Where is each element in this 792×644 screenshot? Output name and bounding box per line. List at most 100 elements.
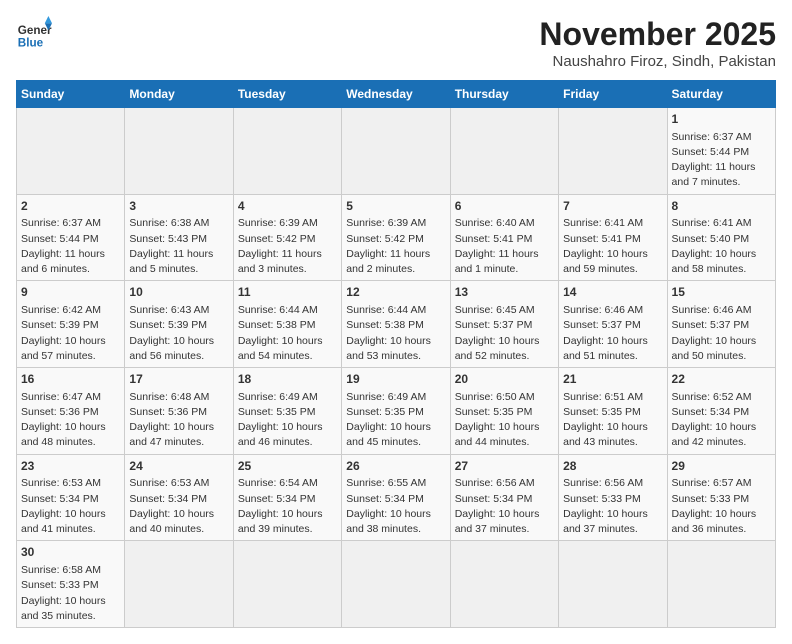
day-info: Sunrise: 6:55 AM Sunset: 5:34 PM Dayligh…: [346, 476, 445, 537]
day-info: Sunrise: 6:39 AM Sunset: 5:42 PM Dayligh…: [346, 216, 445, 277]
day-info: Sunrise: 6:44 AM Sunset: 5:38 PM Dayligh…: [238, 303, 337, 364]
calendar-cell: [450, 108, 558, 195]
weekday-header-monday: Monday: [125, 81, 233, 108]
location-title: Naushahro Firoz, Sindh, Pakistan: [539, 53, 776, 70]
calendar-cell: 18Sunrise: 6:49 AM Sunset: 5:35 PM Dayli…: [233, 368, 341, 455]
calendar-cell: 13 Sunrise: 6:45 AM Sunset: 5:37 PM Dayli…: [450, 281, 558, 368]
day-info: Sunrise: 6:57 AM Sunset: 5:33 PM Dayligh…: [672, 476, 771, 537]
day-number: 24: [129, 458, 228, 475]
month-title: November 2025: [539, 16, 776, 53]
calendar-cell: [667, 541, 775, 628]
calendar-cell: 1 Sunrise: 6:37 AM Sunset: 5:44 PM Daylig…: [667, 108, 775, 195]
calendar-cell: 22Sunrise: 6:52 AM Sunset: 5:34 PM Dayli…: [667, 368, 775, 455]
day-number: 5: [346, 198, 445, 215]
calendar-cell: 12Sunrise: 6:44 AM Sunset: 5:38 PM Dayli…: [342, 281, 450, 368]
calendar-cell: 24Sunrise: 6:53 AM Sunset: 5:34 PM Dayli…: [125, 454, 233, 541]
day-number: 3: [129, 198, 228, 215]
day-info: Sunrise: 6:48 AM Sunset: 5:36 PM Dayligh…: [129, 390, 228, 451]
calendar-cell: 9Sunrise: 6:42 AM Sunset: 5:39 PM Daylig…: [17, 281, 125, 368]
day-number: 15: [672, 284, 771, 301]
calendar-cell: [233, 541, 341, 628]
day-number: 6: [455, 198, 554, 215]
day-number: 29: [672, 458, 771, 475]
day-number: 21: [563, 371, 662, 388]
calendar-cell: [342, 541, 450, 628]
calendar-week-4: 16Sunrise: 6:47 AM Sunset: 5:36 PM Dayli…: [17, 368, 776, 455]
calendar-cell: [559, 108, 667, 195]
weekday-header-tuesday: Tuesday: [233, 81, 341, 108]
day-info: Sunrise: 6:50 AM Sunset: 5:35 PM Dayligh…: [455, 390, 554, 451]
day-info: Sunrise: 6:46 AM Sunset: 5:37 PM Dayligh…: [672, 303, 771, 364]
day-info: Sunrise: 6:41 AM Sunset: 5:40 PM Dayligh…: [672, 216, 771, 277]
day-info: Sunrise: 6:56 AM Sunset: 5:34 PM Dayligh…: [455, 476, 554, 537]
calendar-cell: [125, 108, 233, 195]
day-number: 25: [238, 458, 337, 475]
calendar-cell: [17, 108, 125, 195]
day-number: 30: [21, 544, 120, 561]
day-info: Sunrise: 6:37 AM Sunset: 5:44 PM Dayligh…: [21, 216, 120, 277]
day-number: 4: [238, 198, 337, 215]
calendar-cell: [559, 541, 667, 628]
day-info: Sunrise: 6:41 AM Sunset: 5:41 PM Dayligh…: [563, 216, 662, 277]
calendar-cell: 30 Sunrise: 6:58 AM Sunset: 5:33 PM Dayli…: [17, 541, 125, 628]
calendar-week-2: 2Sunrise: 6:37 AM Sunset: 5:44 PM Daylig…: [17, 194, 776, 281]
day-info: Sunrise: 6:49 AM Sunset: 5:35 PM Dayligh…: [346, 390, 445, 451]
weekday-header-saturday: Saturday: [667, 81, 775, 108]
day-number: 19: [346, 371, 445, 388]
calendar-week-1: 1 Sunrise: 6:37 AM Sunset: 5:44 PM Daylig…: [17, 108, 776, 195]
day-number: 10: [129, 284, 228, 301]
weekday-header-thursday: Thursday: [450, 81, 558, 108]
day-info: Sunrise: 6:45 AM Sunset: 5:37 PM Dayligh…: [455, 303, 554, 364]
logo-icon: General Blue: [16, 16, 52, 52]
calendar-table: SundayMondayTuesdayWednesdayThursdayFrid…: [16, 80, 776, 628]
calendar-cell: 26Sunrise: 6:55 AM Sunset: 5:34 PM Dayli…: [342, 454, 450, 541]
day-info: Sunrise: 6:56 AM Sunset: 5:33 PM Dayligh…: [563, 476, 662, 537]
day-info: Sunrise: 6:38 AM Sunset: 5:43 PM Dayligh…: [129, 216, 228, 277]
day-info: Sunrise: 6:53 AM Sunset: 5:34 PM Dayligh…: [21, 476, 120, 537]
calendar-cell: 19 Sunrise: 6:49 AM Sunset: 5:35 PM Dayli…: [342, 368, 450, 455]
calendar-week-5: 23Sunrise: 6:53 AM Sunset: 5:34 PM Dayli…: [17, 454, 776, 541]
day-number: 27: [455, 458, 554, 475]
day-info: Sunrise: 6:40 AM Sunset: 5:41 PM Dayligh…: [455, 216, 554, 277]
day-number: 18: [238, 371, 337, 388]
calendar-cell: 6Sunrise: 6:40 AM Sunset: 5:41 PM Daylig…: [450, 194, 558, 281]
calendar-cell: 29Sunrise: 6:57 AM Sunset: 5:33 PM Dayli…: [667, 454, 775, 541]
day-number: 1: [672, 111, 771, 128]
weekday-header-friday: Friday: [559, 81, 667, 108]
calendar-cell: 10Sunrise: 6:43 AM Sunset: 5:39 PM Dayli…: [125, 281, 233, 368]
title-area: November 2025 Naushahro Firoz, Sindh, Pa…: [539, 16, 776, 70]
day-number: 7: [563, 198, 662, 215]
day-number: 17: [129, 371, 228, 388]
day-info: Sunrise: 6:46 AM Sunset: 5:37 PM Dayligh…: [563, 303, 662, 364]
day-number: 16: [21, 371, 120, 388]
calendar-cell: [233, 108, 341, 195]
calendar-cell: 16Sunrise: 6:47 AM Sunset: 5:36 PM Dayli…: [17, 368, 125, 455]
calendar-cell: 7Sunrise: 6:41 AM Sunset: 5:41 PM Daylig…: [559, 194, 667, 281]
calendar-cell: 14Sunrise: 6:46 AM Sunset: 5:37 PM Dayli…: [559, 281, 667, 368]
calendar-cell: 23Sunrise: 6:53 AM Sunset: 5:34 PM Dayli…: [17, 454, 125, 541]
svg-text:Blue: Blue: [18, 37, 44, 50]
day-info: Sunrise: 6:37 AM Sunset: 5:44 PM Dayligh…: [672, 130, 771, 191]
calendar-cell: 20Sunrise: 6:50 AM Sunset: 5:35 PM Dayli…: [450, 368, 558, 455]
calendar-cell: 4Sunrise: 6:39 AM Sunset: 5:42 PM Daylig…: [233, 194, 341, 281]
calendar-cell: 11Sunrise: 6:44 AM Sunset: 5:38 PM Dayli…: [233, 281, 341, 368]
day-info: Sunrise: 6:58 AM Sunset: 5:33 PM Dayligh…: [21, 563, 120, 624]
calendar-cell: [450, 541, 558, 628]
day-number: 23: [21, 458, 120, 475]
weekday-header-sunday: Sunday: [17, 81, 125, 108]
day-info: Sunrise: 6:44 AM Sunset: 5:38 PM Dayligh…: [346, 303, 445, 364]
day-number: 9: [21, 284, 120, 301]
calendar-cell: 27Sunrise: 6:56 AM Sunset: 5:34 PM Dayli…: [450, 454, 558, 541]
day-number: 22: [672, 371, 771, 388]
header: General Blue November 2025 Naushahro Fir…: [16, 16, 776, 70]
calendar-cell: [125, 541, 233, 628]
calendar-week-6: 30 Sunrise: 6:58 AM Sunset: 5:33 PM Dayli…: [17, 541, 776, 628]
day-info: Sunrise: 6:51 AM Sunset: 5:35 PM Dayligh…: [563, 390, 662, 451]
day-number: 13: [455, 284, 554, 301]
weekday-header-wednesday: Wednesday: [342, 81, 450, 108]
calendar-cell: 3Sunrise: 6:38 AM Sunset: 5:43 PM Daylig…: [125, 194, 233, 281]
calendar-cell: 28Sunrise: 6:56 AM Sunset: 5:33 PM Dayli…: [559, 454, 667, 541]
logo: General Blue: [16, 16, 52, 52]
day-number: 26: [346, 458, 445, 475]
day-number: 2: [21, 198, 120, 215]
